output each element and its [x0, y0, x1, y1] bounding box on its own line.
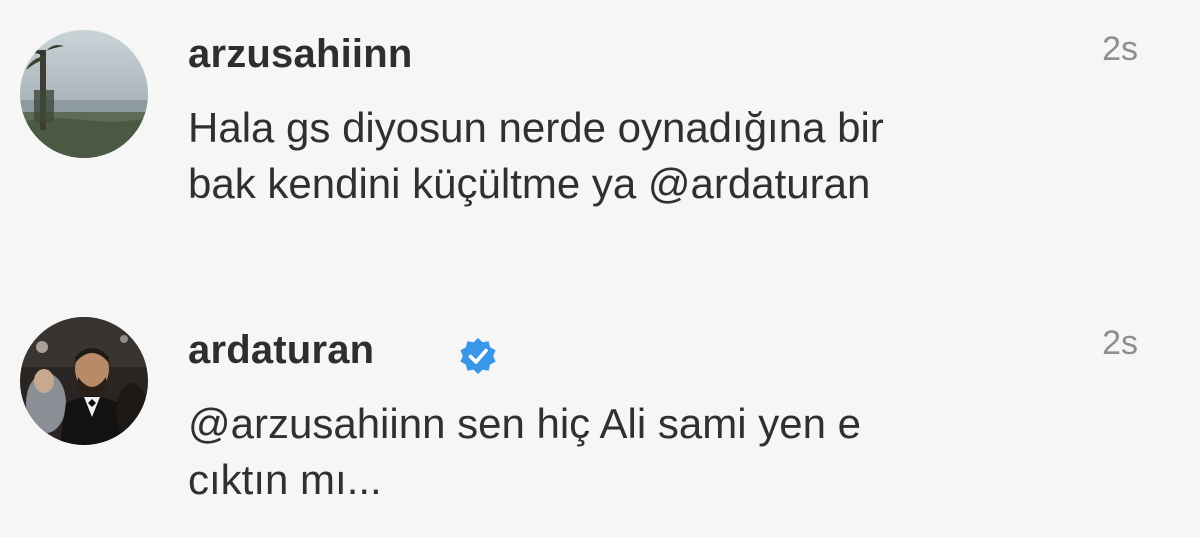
comment-item: arzusahiinn 2s Hala gs diyosun nerde oyn…: [0, 0, 1200, 260]
username[interactable]: ardaturan: [188, 328, 374, 373]
comment-text-line: @arzusahiinn sen hiç Ali sami yen e: [188, 400, 861, 447]
comment-text: Hala gs diyosun nerde oynadığına bir bak…: [188, 100, 1088, 212]
comment-item: ardaturan 2s @arzusahiinn sen hiç Ali sa…: [0, 280, 1200, 537]
comment-text-line: bak kendini küçültme ya @ardaturan: [188, 160, 871, 207]
avatar[interactable]: [20, 317, 148, 445]
verified-badge-icon: [460, 338, 496, 374]
timestamp: 2s: [1102, 324, 1138, 362]
avatar[interactable]: [20, 30, 148, 158]
comment-text-line: cıktın mı...: [188, 456, 382, 503]
profile-photo-person-icon: [20, 317, 148, 445]
timestamp: 2s: [1102, 30, 1138, 68]
comment-text: @arzusahiinn sen hiç Ali sami yen e cıkt…: [188, 396, 1088, 508]
comment-text-line: Hala gs diyosun nerde oynadığına bir: [188, 104, 884, 151]
profile-photo-landscape-icon: [20, 30, 148, 158]
username[interactable]: arzusahiinn: [188, 32, 412, 77]
comment-thread: arzusahiinn 2s Hala gs diyosun nerde oyn…: [0, 0, 1200, 537]
